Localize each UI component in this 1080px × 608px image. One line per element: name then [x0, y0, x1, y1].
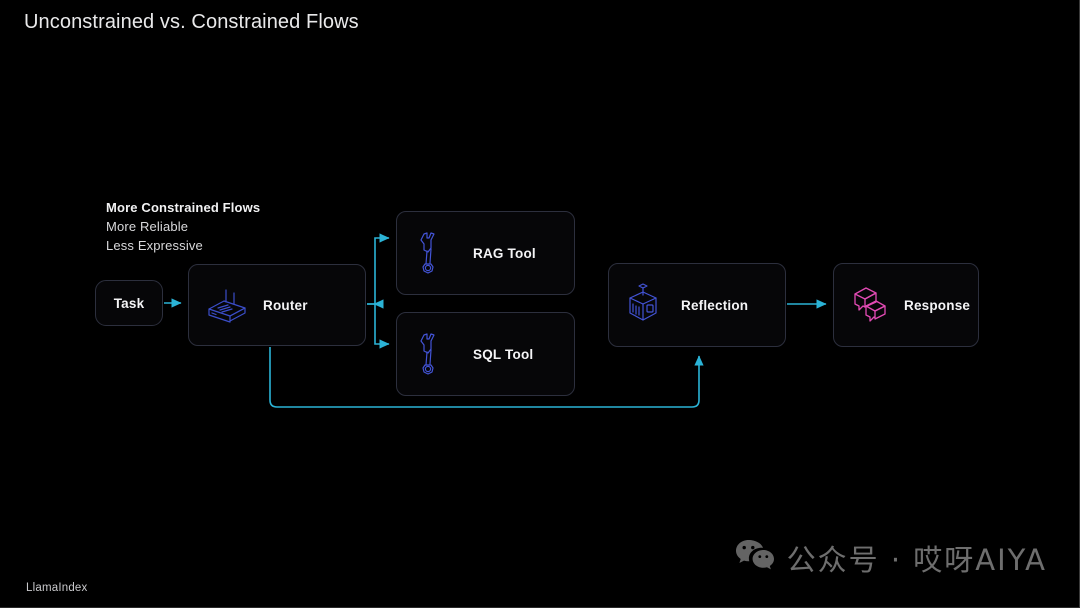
caption-heading: More Constrained Flows: [106, 200, 261, 215]
node-reflection-label: Reflection: [681, 297, 749, 313]
cube-icon: [625, 283, 663, 327]
caption-line-reliable: More Reliable: [106, 219, 189, 234]
page-title: Unconstrained vs. Constrained Flows: [24, 11, 359, 33]
slide-canvas: Unconstrained vs. Constrained Flows More…: [0, 0, 1080, 608]
wire-router-to-sql: [367, 303, 390, 349]
wechat-icon: [735, 539, 775, 578]
watermark: 公众号 · 哎呀AIYA: [735, 537, 1047, 579]
node-response[interactable]: Response: [833, 263, 979, 347]
wrench-icon: [413, 231, 447, 275]
wrench-icon: [413, 332, 447, 376]
node-response-label: Response: [904, 297, 971, 313]
speech-bubbles-icon: [850, 284, 888, 326]
node-router[interactable]: Router: [188, 264, 366, 346]
wire-router-to-rag: [367, 233, 390, 305]
router-icon: [203, 285, 251, 325]
node-task-label: Task: [113, 295, 145, 311]
node-sql-tool[interactable]: SQL Tool: [396, 312, 575, 396]
node-rag-tool[interactable]: RAG Tool: [396, 211, 575, 295]
caption-line-expressive: Less Expressive: [106, 238, 203, 253]
watermark-text: 公众号 · 哎呀AIYA: [786, 543, 1047, 577]
node-router-label: Router: [263, 297, 308, 313]
node-reflection[interactable]: Reflection: [608, 263, 786, 347]
node-task[interactable]: Task: [95, 280, 163, 326]
footer-brand: LlamaIndex: [26, 582, 88, 594]
node-rag-tool-label: RAG Tool: [473, 245, 536, 261]
caption-block: More Constrained Flows More Reliable Les…: [106, 198, 260, 255]
node-sql-tool-label: SQL Tool: [473, 346, 534, 362]
